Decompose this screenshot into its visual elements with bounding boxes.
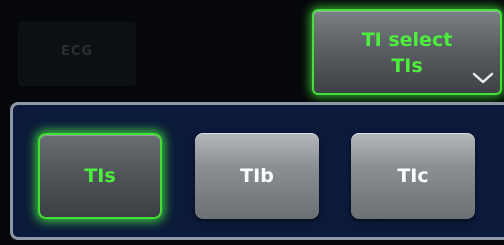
screen: ECG TI select TIs TIs TIb TIc bbox=[0, 0, 504, 245]
option-tib-button[interactable]: TIb bbox=[195, 133, 319, 219]
dimmed-mode-button: ECG bbox=[18, 22, 136, 86]
ti-select-button[interactable]: TI select TIs bbox=[312, 9, 502, 95]
ti-select-title: TI select bbox=[361, 29, 453, 51]
ti-options-panel: TIs TIb TIc bbox=[10, 102, 504, 240]
option-tis-button[interactable]: TIs bbox=[38, 133, 162, 219]
dimmed-mode-label: ECG bbox=[60, 44, 94, 59]
option-tic-button[interactable]: TIc bbox=[351, 133, 475, 219]
chevron-down-icon bbox=[472, 72, 494, 84]
